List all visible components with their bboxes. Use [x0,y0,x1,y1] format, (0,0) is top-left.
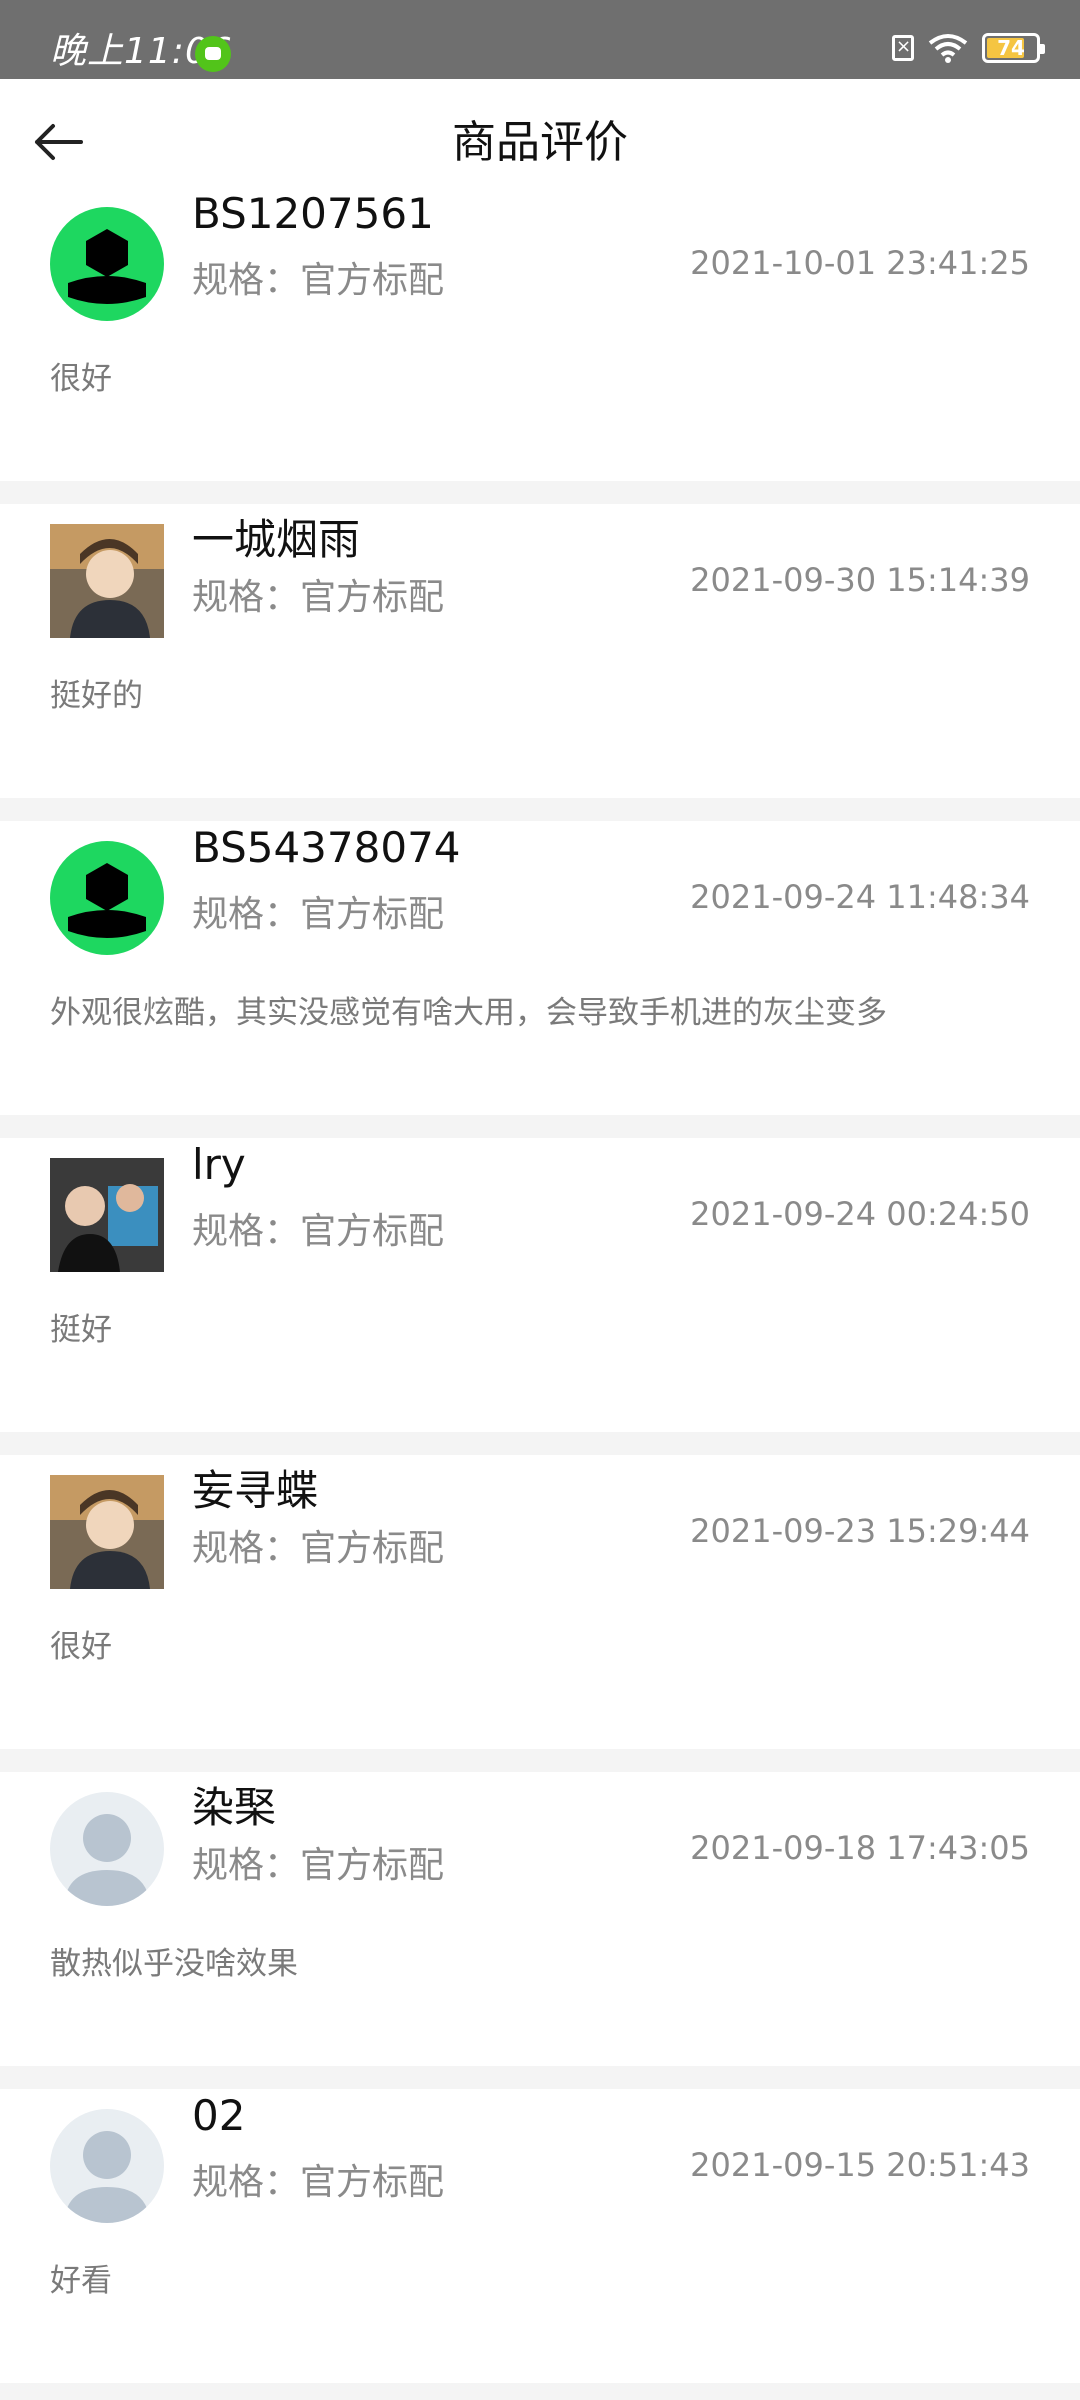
spec-label: 规格： [192,894,301,935]
review-comment: 外观很炫酷，其实没感觉有啥大用，会导致手机进的灰尘变多 [50,995,887,1031]
anime-photo-avatar-image [50,524,164,638]
spec-label: 规格： [192,1528,301,1569]
review-card[interactable]: lry 规格：官方标配 2021-09-24 00:24:50 挺好 [0,1138,1080,1432]
spec-line: 规格：官方标配 [192,1519,444,1571]
spec-value: 官方标配 [300,894,445,935]
anime-photo-avatar[interactable] [50,1475,164,1589]
review-timestamp: 2021-09-24 11:48:34 [690,878,1030,916]
review-timestamp: 2021-09-18 17:43:05 [690,1829,1030,1867]
review-timestamp: 2021-09-30 15:14:39 [690,561,1030,599]
reviewer-name: BS54378074 [192,823,461,872]
spec-label: 规格： [192,260,301,301]
spec-line: 规格：官方标配 [192,885,444,937]
review-comment: 很好 [50,1629,112,1665]
reviewer-name: 02 [192,2091,246,2140]
status-icons: 74 [892,30,1045,66]
spec-line: 规格：官方标配 [192,1202,444,1254]
review-timestamp: 2021-10-01 23:41:25 [690,244,1030,282]
green-default-avatar[interactable] [50,207,164,321]
review-timestamp: 2021-09-15 20:51:43 [690,2146,1030,2184]
spec-line: 规格：官方标配 [192,251,444,303]
spec-value: 官方标配 [300,1528,445,1569]
grey-default-avatar[interactable] [50,2109,164,2223]
green-default-avatar[interactable] [50,841,164,955]
spec-label: 规格： [192,577,301,618]
green-default-avatar-image [50,207,164,321]
spec-label: 规格： [192,1211,301,1252]
photo-avatar-image [50,1158,164,1272]
wifi-icon [928,34,968,63]
battery-level: 74 [997,36,1025,60]
spec-value: 官方标配 [300,1845,445,1886]
anime-photo-avatar[interactable] [50,524,164,638]
review-card[interactable]: 染棸 规格：官方标配 2021-09-18 17:43:05 散热似乎没啥效果 [0,1772,1080,2066]
spec-line: 规格：官方标配 [192,2153,444,2205]
review-comment: 很好 [50,361,112,397]
app-notification-icon [195,36,231,72]
anime-photo-avatar-image [50,1475,164,1589]
battery-tip [1040,44,1045,54]
review-timestamp: 2021-09-23 15:29:44 [690,1512,1030,1550]
review-comment: 挺好 [50,1312,112,1348]
grey-default-avatar-image [50,1792,164,1906]
reviewer-name: 一城烟雨 [192,515,361,564]
spec-label: 规格： [192,1845,301,1886]
spec-value: 官方标配 [300,260,445,301]
spec-value: 官方标配 [300,1211,445,1252]
review-card[interactable]: 一城烟雨 规格：官方标配 2021-09-30 15:14:39 挺好的 [0,504,1080,798]
grey-default-avatar[interactable] [50,1792,164,1906]
spec-line: 规格：官方标配 [192,1836,444,1888]
review-card[interactable]: 妄寻蝶 规格：官方标配 2021-09-23 15:29:44 很好 [0,1455,1080,1749]
reviewer-name: 染棸 [192,1783,277,1832]
reviewer-name: 妄寻蝶 [192,1466,319,1515]
spec-label: 规格： [192,2162,301,2203]
review-comment: 好看 [50,2263,112,2299]
spec-value: 官方标配 [300,577,445,618]
review-card[interactable]: BS1207561 规格：官方标配 2021-10-01 23:41:25 很好 [0,187,1080,481]
reviewer-name: lry [192,1140,246,1189]
review-comment: 挺好的 [50,678,143,714]
green-default-avatar-image [50,841,164,955]
review-timestamp: 2021-09-24 00:24:50 [690,1195,1030,1233]
reviewer-name: BS1207561 [192,189,434,238]
spec-line: 规格：官方标配 [192,568,444,620]
grey-default-avatar-image [50,2109,164,2223]
review-comment: 散热似乎没啥效果 [50,1946,298,1982]
review-card[interactable]: 02 规格：官方标配 2021-09-15 20:51:43 好看 [0,2089,1080,2383]
spec-value: 官方标配 [300,2162,445,2203]
review-card[interactable]: BS54378074 规格：官方标配 2021-09-24 11:48:34 外观很炫… [0,821,1080,1115]
no-sim-icon [892,34,914,61]
photo-avatar[interactable] [50,1158,164,1272]
status-bar: 晚上11:06 74 [0,0,1080,79]
battery-icon: 74 [982,33,1045,63]
